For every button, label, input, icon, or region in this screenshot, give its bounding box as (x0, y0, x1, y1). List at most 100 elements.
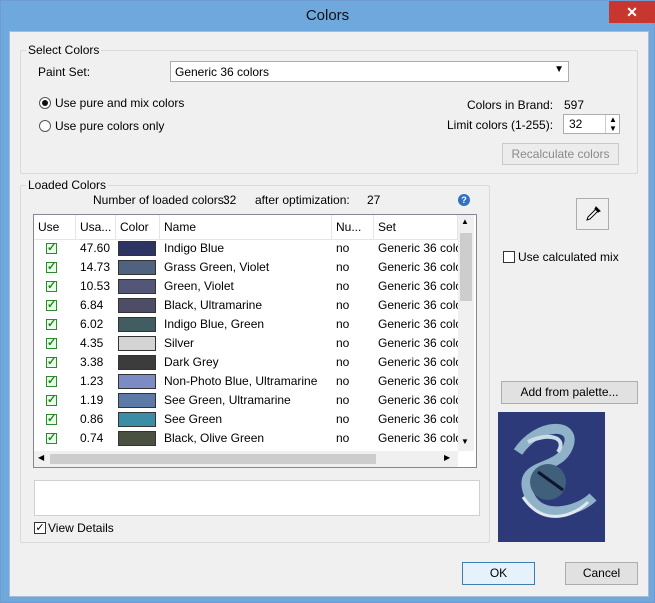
horizontal-scrollbar[interactable]: ◀ ▶ (34, 451, 458, 467)
view-details-label[interactable]: View Details (48, 521, 114, 535)
column-header-color[interactable]: Color (116, 215, 160, 239)
add-from-palette-button[interactable]: Add from palette... (501, 381, 638, 404)
table-row[interactable]: ✓ 10.53 Green, Violet no Generic 36 colors (34, 277, 458, 296)
column-header-set[interactable]: Set (374, 215, 458, 239)
use-calculated-mix-checkbox[interactable] (503, 251, 515, 263)
color-swatch (118, 241, 156, 256)
name-cell: See Green, Ultramarine (164, 393, 291, 407)
limit-colors-value[interactable]: 32 (569, 117, 582, 131)
vertical-scrollbar[interactable]: ▲ ▼ (458, 215, 474, 451)
color-swatch (118, 260, 156, 275)
table-row[interactable]: ✓ 14.73 Grass Green, Violet no Generic 36 co… (34, 258, 458, 277)
set-cell: Generic 36 colors (378, 412, 458, 426)
use-checkbox[interactable]: ✓ (46, 357, 57, 368)
use-checkbox[interactable]: ✓ (46, 433, 57, 444)
set-cell: Generic 36 colors (378, 260, 458, 274)
color-swatch (118, 317, 156, 332)
number-cell: no (336, 241, 350, 255)
number-cell: no (336, 431, 350, 445)
use-checkbox[interactable]: ✓ (46, 338, 57, 349)
table-row[interactable]: ✓ 1.19 See Green, Ultramarine no Generic 36 … (34, 391, 458, 410)
scroll-down-icon[interactable]: ▼ (461, 437, 469, 446)
number-cell: no (336, 336, 350, 350)
vertical-scroll-thumb[interactable] (460, 233, 472, 301)
color-swatch (118, 336, 156, 351)
window-title: Colors (305, 7, 350, 24)
table-row[interactable]: ✓ 6.02 Indigo Blue, Green no Generic 36 colo… (34, 315, 458, 334)
radio-use-pure-only[interactable] (39, 120, 51, 132)
use-checkbox[interactable]: ✓ (46, 395, 57, 406)
set-cell: Generic 36 colors (378, 431, 458, 445)
name-cell: Indigo Blue, Green (164, 317, 265, 331)
table-row[interactable]: ✓ 0.86 See Green no Generic 36 colors (34, 410, 458, 429)
spin-up-icon[interactable]: ▲ (605, 115, 620, 124)
use-checkbox[interactable]: ✓ (46, 300, 57, 311)
column-header-use[interactable]: Use (34, 215, 76, 239)
eyedropper-button[interactable] (576, 198, 609, 230)
use-calculated-mix-label[interactable]: Use calculated mix (518, 250, 619, 264)
scroll-up-icon[interactable]: ▲ (461, 217, 469, 226)
table-row[interactable]: ✓ 4.35 Silver no Generic 36 colors (34, 334, 458, 353)
usage-cell: 14.73 (80, 260, 111, 274)
dialog-client-area: Select Colors Paint Set: Generic 36 colo… (9, 31, 649, 597)
set-cell: Generic 36 colors (378, 241, 458, 255)
loaded-colors-table[interactable]: Use Usa... Color Name Nu... Set ✓ 47.60 In… (33, 214, 477, 468)
table-row[interactable]: ✓ 47.60 Indigo Blue no Generic 36 colors (34, 239, 458, 258)
scroll-left-icon[interactable]: ◀ (38, 453, 44, 462)
table-row[interactable]: ✓ 0.74 Black, Olive Green no Generic 36 colo… (34, 429, 458, 448)
usage-cell: 47.60 (80, 241, 111, 255)
set-cell: Generic 36 colors (378, 336, 458, 350)
set-cell: Generic 36 colors (378, 279, 458, 293)
image-preview (498, 412, 605, 542)
table-row[interactable]: ✓ 3.38 Dark Grey no Generic 36 colors (34, 353, 458, 372)
preview-artwork (498, 412, 605, 542)
horizontal-scroll-thumb[interactable] (50, 454, 376, 464)
table-row[interactable]: ✓ 1.23 Non-Photo Blue, Ultramarine no Generi… (34, 372, 458, 391)
color-swatch (118, 279, 156, 294)
title-bar[interactable]: Colors ✕ (1, 1, 655, 31)
usage-cell: 10.53 (80, 279, 111, 293)
column-header-usage[interactable]: Usa... (76, 215, 116, 239)
number-of-loaded-colors-label: Number of loaded colors: (93, 193, 228, 207)
usage-cell: 4.35 (80, 336, 104, 350)
use-checkbox[interactable]: ✓ (46, 262, 57, 273)
name-cell: Black, Ultramarine (164, 298, 263, 312)
use-checkbox[interactable]: ✓ (46, 243, 57, 254)
ok-button[interactable]: OK (462, 562, 535, 585)
use-checkbox[interactable]: ✓ (46, 281, 57, 292)
color-swatch (118, 393, 156, 408)
details-box (34, 480, 480, 516)
radio-use-pure-only-label[interactable]: Use pure colors only (55, 119, 164, 133)
radio-use-pure-and-mix-label[interactable]: Use pure and mix colors (55, 96, 184, 110)
usage-cell: 1.19 (80, 393, 104, 407)
usage-cell: 0.86 (80, 412, 104, 426)
column-header-number[interactable]: Nu... (332, 215, 374, 239)
color-swatch (118, 431, 156, 446)
color-swatch (118, 298, 156, 313)
number-cell: no (336, 355, 350, 369)
use-checkbox[interactable]: ✓ (46, 414, 57, 425)
spin-down-icon[interactable]: ▼ (605, 124, 620, 133)
limit-colors-spinner[interactable]: 32 ▲ ▼ (563, 114, 620, 134)
table-row[interactable]: ✓ 6.84 Black, Ultramarine no Generic 36 colo… (34, 296, 458, 315)
close-button[interactable]: ✕ (609, 1, 655, 23)
view-details-checkbox[interactable]: ✓ (34, 522, 46, 534)
color-swatch (118, 355, 156, 370)
recalculate-colors-button[interactable]: Recalculate colors (502, 143, 619, 165)
help-icon[interactable]: ? (458, 194, 470, 206)
column-header-name[interactable]: Name (160, 215, 332, 239)
name-cell: Green, Violet (164, 279, 234, 293)
color-swatch (118, 374, 156, 389)
use-checkbox[interactable]: ✓ (46, 376, 57, 387)
cancel-button[interactable]: Cancel (565, 562, 638, 585)
radio-use-pure-and-mix[interactable] (39, 97, 51, 109)
use-checkbox[interactable]: ✓ (46, 319, 57, 330)
name-cell: Grass Green, Violet (164, 260, 270, 274)
paint-set-dropdown[interactable]: Generic 36 colors ▼ (170, 61, 569, 82)
limit-colors-label: Limit colors (1-255): (447, 118, 554, 132)
name-cell: Silver (164, 336, 195, 350)
scroll-right-icon[interactable]: ▶ (444, 453, 450, 462)
dialog-window: Colors ✕ Select Colors Paint Set: Generi… (0, 0, 655, 603)
name-cell: Indigo Blue (164, 241, 225, 255)
name-cell: Dark Grey (164, 355, 219, 369)
